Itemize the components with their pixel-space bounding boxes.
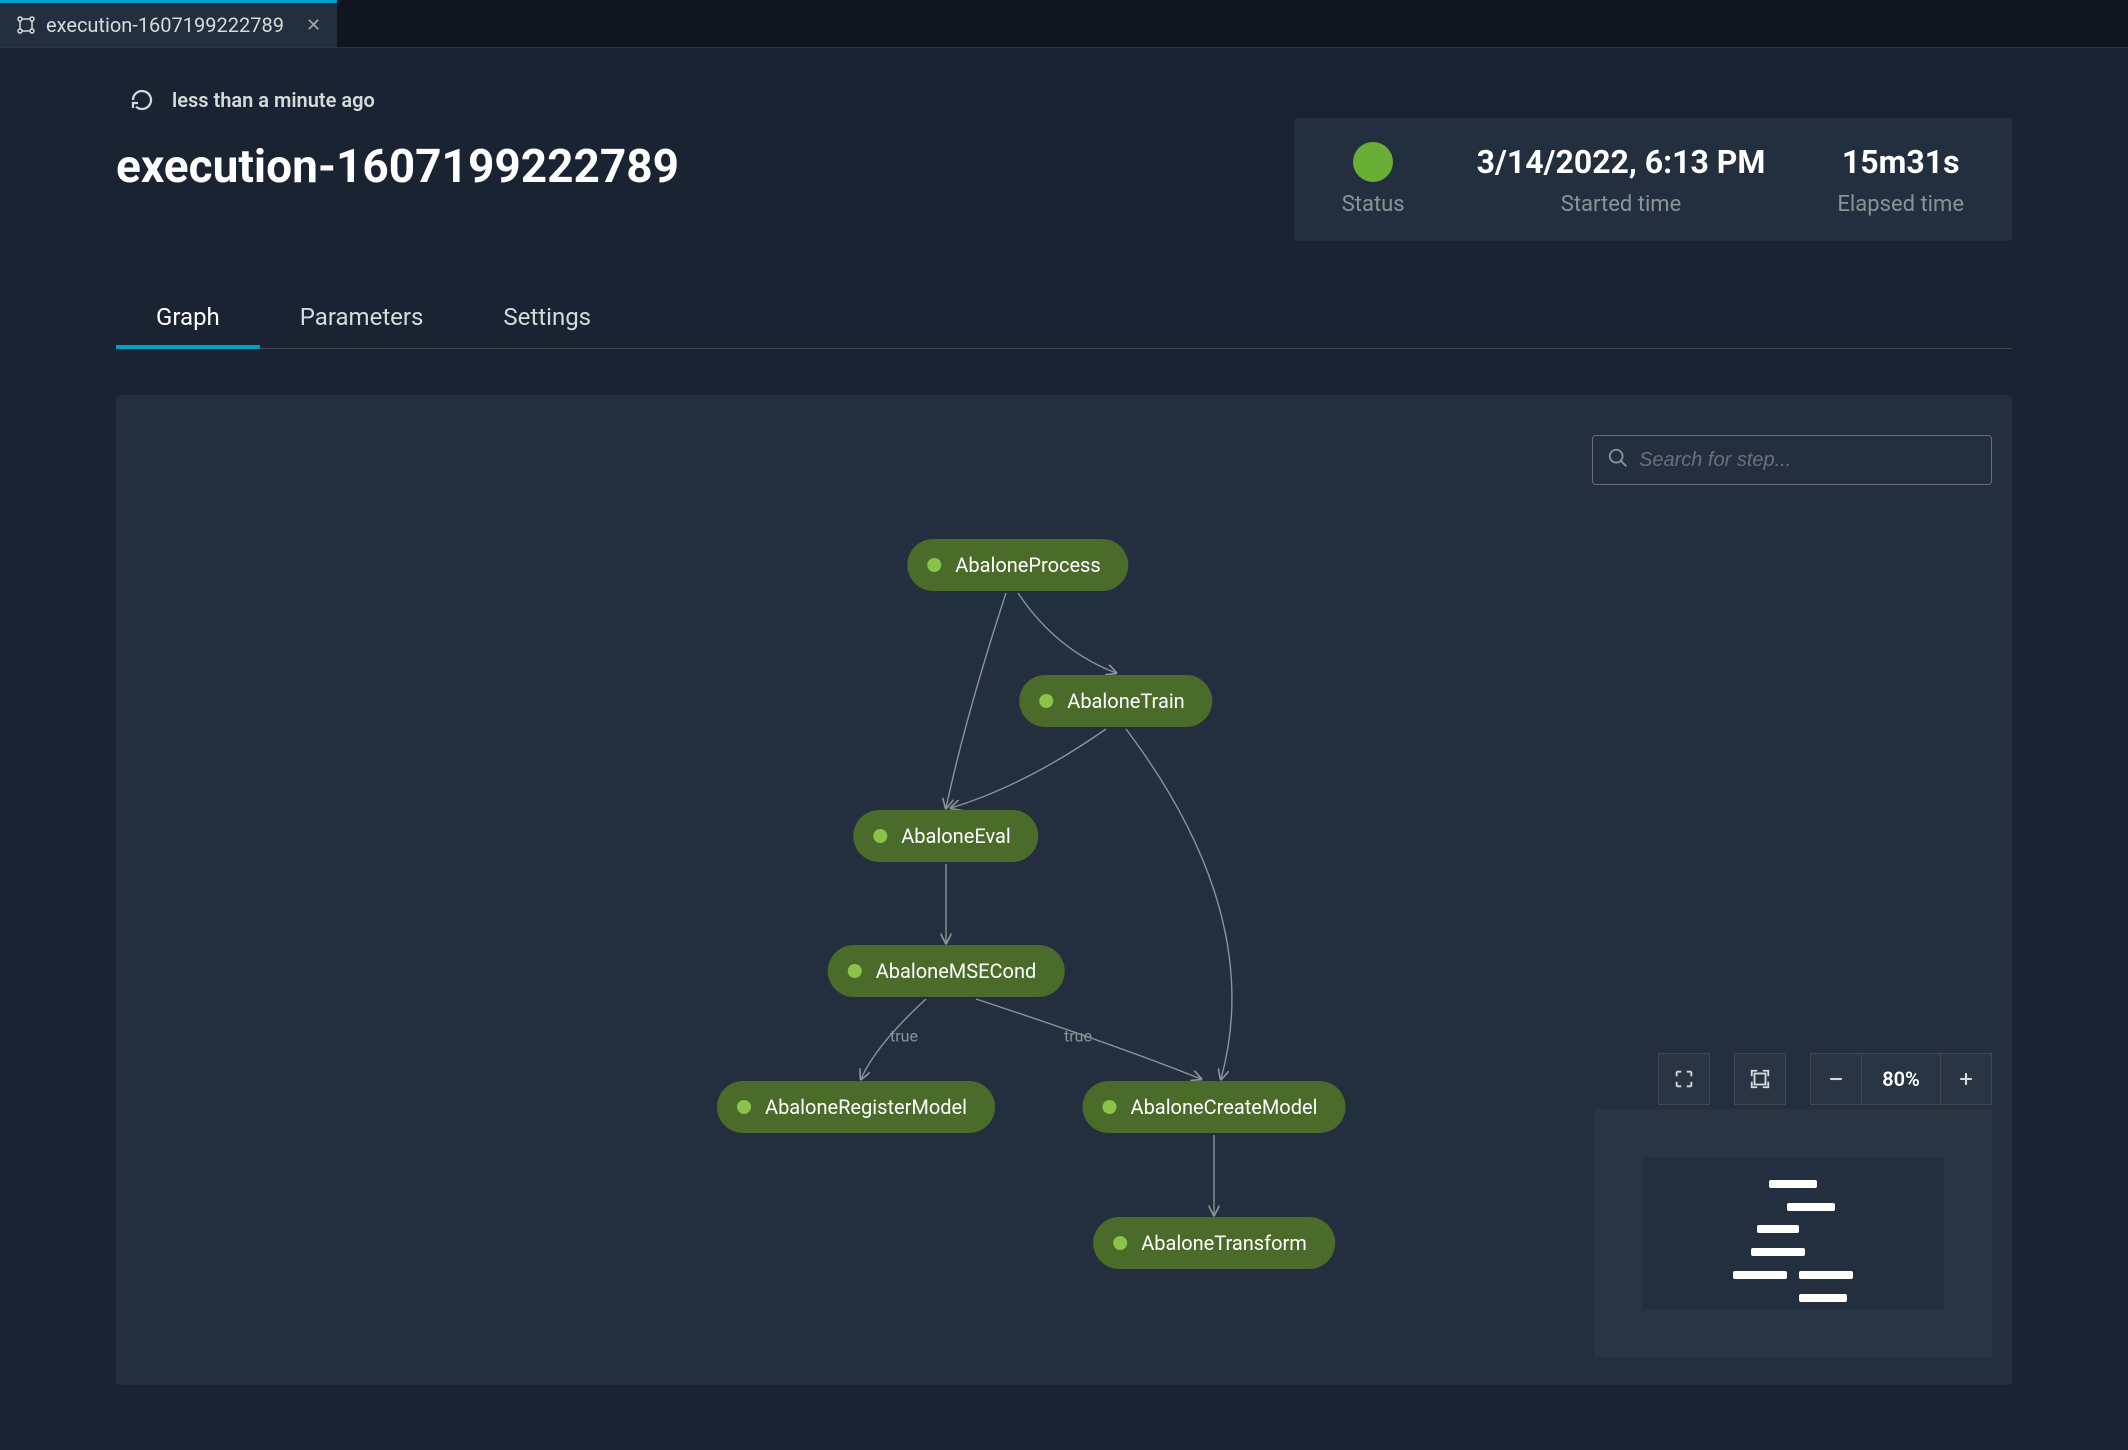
graph-node-register[interactable]: AbaloneRegisterModel — [717, 1081, 995, 1133]
refresh-timestamp: less than a minute ago — [172, 88, 375, 112]
graph-panel: AbaloneProcess AbaloneTrain AbaloneEval Aba… — [116, 395, 2012, 1385]
tab-parameters[interactable]: Parameters — [260, 289, 464, 348]
graph-node-eval[interactable]: AbaloneEval — [853, 810, 1038, 862]
status-label: Status — [1342, 192, 1405, 217]
page-title: execution-1607199222789 — [116, 140, 1294, 194]
tab-graph[interactable]: Graph — [116, 289, 260, 349]
status-dot-icon — [927, 558, 941, 572]
node-label: AbaloneEval — [901, 824, 1010, 848]
tab-title: execution-1607199222789 — [46, 13, 284, 37]
zoom-out-button[interactable] — [1810, 1053, 1862, 1105]
tab-settings[interactable]: Settings — [463, 289, 631, 348]
node-label: AbaloneRegisterModel — [765, 1095, 967, 1119]
status-indicator — [1353, 142, 1393, 182]
pipeline-icon — [16, 15, 36, 35]
status-dot-icon — [1113, 1236, 1127, 1250]
started-time-label: Started time — [1477, 192, 1766, 217]
tab-execution[interactable]: execution-1607199222789 ✕ — [0, 0, 337, 47]
edge-label: true — [1064, 1027, 1092, 1046]
status-dot-icon — [873, 829, 887, 843]
fullscreen-button[interactable] — [1658, 1053, 1710, 1105]
started-time-value: 3/14/2022, 6:13 PM — [1477, 142, 1766, 182]
status-dot-icon — [1039, 694, 1053, 708]
tab-bar: execution-1607199222789 ✕ — [0, 0, 2128, 48]
zoom-level: 80% — [1862, 1053, 1940, 1105]
node-label: AbaloneProcess — [955, 553, 1100, 577]
node-label: AbaloneTrain — [1067, 689, 1184, 713]
status-dot-icon — [737, 1100, 751, 1114]
fit-button[interactable] — [1734, 1053, 1786, 1105]
zoom-controls: 80% — [1658, 1053, 1992, 1105]
graph-node-process[interactable]: AbaloneProcess — [907, 539, 1128, 591]
status-panel: Status 3/14/2022, 6:13 PM Started time 1… — [1294, 118, 2012, 241]
close-icon[interactable]: ✕ — [306, 15, 321, 36]
refresh-icon[interactable] — [130, 88, 154, 112]
tabs-nav: Graph Parameters Settings — [116, 289, 2012, 349]
graph-node-createmodel[interactable]: AbaloneCreateModel — [1083, 1081, 1346, 1133]
status-dot-icon — [1103, 1100, 1117, 1114]
status-dot-icon — [848, 964, 862, 978]
zoom-in-button[interactable] — [1940, 1053, 1992, 1105]
graph-node-transform[interactable]: AbaloneTransform — [1093, 1217, 1335, 1269]
edge-label: true — [890, 1027, 918, 1046]
minimap[interactable] — [1594, 1109, 1992, 1357]
elapsed-time-label: Elapsed time — [1837, 192, 1964, 217]
graph-node-msecond[interactable]: AbaloneMSECond — [828, 945, 1065, 997]
node-label: AbaloneMSECond — [876, 959, 1037, 983]
elapsed-time-value: 15m31s — [1837, 142, 1964, 182]
graph-node-train[interactable]: AbaloneTrain — [1019, 675, 1212, 727]
node-label: AbaloneCreateModel — [1131, 1095, 1318, 1119]
node-label: AbaloneTransform — [1141, 1231, 1307, 1255]
